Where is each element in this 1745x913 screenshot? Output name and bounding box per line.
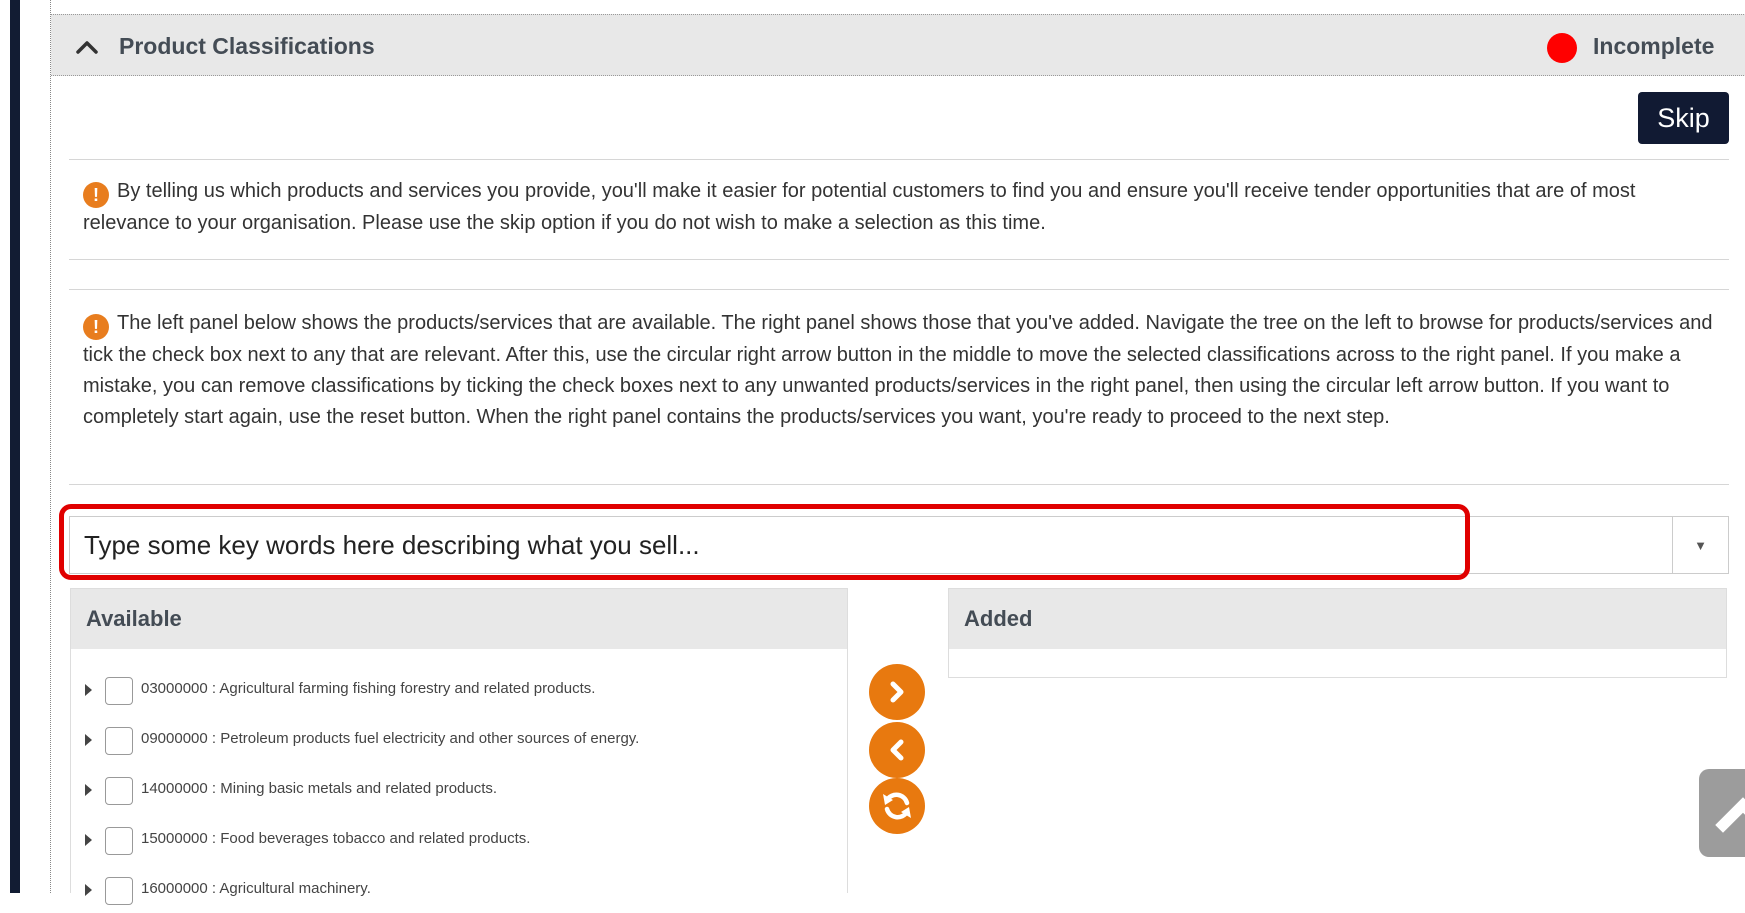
dropdown-toggle[interactable]: ▼ bbox=[1672, 517, 1728, 573]
tree-item-label[interactable]: 09000000 : Petroleum products fuel elect… bbox=[141, 730, 639, 747]
divider bbox=[69, 289, 1729, 290]
product-classifications-panel: Product Classifications Incomplete Skip … bbox=[50, 0, 1745, 905]
available-panel: Available 03000000 : Agricultural farmin… bbox=[70, 588, 848, 905]
caret-right-icon[interactable] bbox=[85, 684, 92, 696]
added-panel: Added bbox=[948, 588, 1727, 678]
caret-right-icon[interactable] bbox=[85, 784, 92, 796]
divider bbox=[69, 159, 1729, 160]
info-message-instructions: ! The left panel below shows the products… bbox=[83, 308, 1723, 433]
left-rail-bar bbox=[10, 0, 20, 893]
tree-item[interactable]: 15000000 : Food beverages tobacco and re… bbox=[71, 823, 831, 863]
exclamation-icon: ! bbox=[83, 182, 109, 208]
info-text: The left panel below shows the products/… bbox=[83, 312, 1713, 428]
reset-button[interactable] bbox=[869, 778, 925, 834]
exclamation-icon: ! bbox=[83, 314, 109, 340]
tree-item-label[interactable]: 14000000 : Mining basic metals and relat… bbox=[141, 780, 497, 797]
tree-item[interactable]: 09000000 : Petroleum products fuel elect… bbox=[71, 723, 831, 763]
chevron-left-icon bbox=[890, 739, 904, 761]
move-left-button[interactable] bbox=[869, 722, 925, 778]
chevron-up-icon[interactable] bbox=[75, 39, 99, 55]
tree-item-label[interactable]: 15000000 : Food beverages tobacco and re… bbox=[141, 830, 530, 847]
chevron-up-icon bbox=[1715, 797, 1745, 833]
tree-item-checkbox[interactable] bbox=[105, 877, 133, 905]
skip-button[interactable]: Skip bbox=[1638, 92, 1729, 144]
tree-item[interactable]: 14000000 : Mining basic metals and relat… bbox=[71, 773, 831, 813]
info-message-relevance: ! By telling us which products and servic… bbox=[83, 176, 1723, 239]
divider bbox=[69, 484, 1729, 485]
tree-item-label[interactable]: 16000000 : Agricultural machinery. bbox=[141, 880, 371, 897]
caret-down-icon: ▼ bbox=[1694, 537, 1707, 553]
tree-item-label[interactable]: 03000000 : Agricultural farming fishing … bbox=[141, 680, 595, 697]
scroll-to-top-button[interactable] bbox=[1699, 769, 1745, 857]
available-heading: Available bbox=[71, 589, 847, 649]
info-text: By telling us which products and service… bbox=[83, 180, 1636, 234]
caret-right-icon[interactable] bbox=[85, 834, 92, 846]
refresh-icon bbox=[883, 792, 911, 820]
divider bbox=[69, 259, 1729, 260]
panel-header[interactable]: Product Classifications Incomplete bbox=[51, 14, 1745, 76]
tree-item-checkbox[interactable] bbox=[105, 827, 133, 855]
move-right-button[interactable] bbox=[869, 664, 925, 720]
caret-right-icon[interactable] bbox=[85, 734, 92, 746]
added-heading: Added bbox=[949, 589, 1726, 649]
keyword-search-input[interactable] bbox=[82, 525, 1682, 565]
status-indicator-icon bbox=[1547, 33, 1577, 63]
left-rail bbox=[0, 0, 22, 893]
panel-title: Product Classifications bbox=[119, 33, 375, 59]
tree-item[interactable]: 16000000 : Agricultural machinery. bbox=[71, 873, 831, 913]
tree-item[interactable]: 03000000 : Agricultural farming fishing … bbox=[71, 673, 831, 713]
tree-item-checkbox[interactable] bbox=[105, 777, 133, 805]
tree-item-checkbox[interactable] bbox=[105, 727, 133, 755]
tree-item-checkbox[interactable] bbox=[105, 677, 133, 705]
keyword-search-select[interactable]: ▼ bbox=[69, 516, 1729, 574]
chevron-right-icon bbox=[890, 681, 904, 703]
status-badge: Incomplete bbox=[1593, 33, 1715, 59]
caret-right-icon[interactable] bbox=[85, 884, 92, 896]
